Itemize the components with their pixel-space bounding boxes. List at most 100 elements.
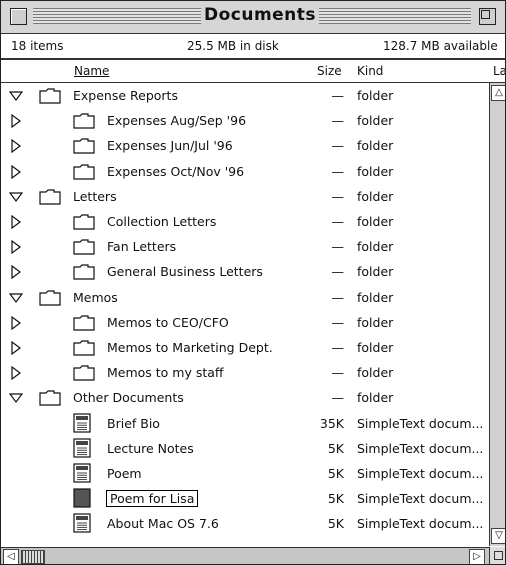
column-name-header[interactable]: Name [74, 64, 109, 78]
item-name[interactable]: Expenses Oct/Nov '96 [107, 164, 244, 179]
disclosure-triangle-expanded-icon[interactable] [8, 391, 24, 405]
folder-row[interactable]: Letters — folder [1, 184, 489, 209]
item-name[interactable]: Brief Bio [107, 416, 160, 431]
folder-icon[interactable] [39, 289, 61, 309]
item-name[interactable]: Expense Reports [73, 88, 178, 103]
item-name[interactable]: Memos to my staff [107, 365, 224, 380]
scroll-thumb[interactable] [21, 550, 45, 564]
column-label-header[interactable]: La [493, 64, 505, 78]
folder-row[interactable]: Collection Letters — folder [1, 209, 489, 234]
item-kind: folder [357, 88, 394, 103]
folder-row[interactable]: Memos to Marketing Dept. — folder [1, 335, 489, 360]
horizontal-scrollbar[interactable]: ◁ ▷ [1, 547, 505, 564]
folder-icon[interactable] [73, 239, 95, 258]
info-bar: 18 items 25.5 MB in disk 128.7 MB availa… [1, 34, 505, 60]
item-name[interactable]: Poem for Lisa [105, 490, 199, 508]
folder-icon[interactable] [39, 88, 61, 107]
file-row[interactable]: About Mac OS 7.6 5K SimpleText docum... [1, 511, 489, 536]
available-space: 128.7 MB available [383, 39, 498, 53]
disclosure-triangle-collapsed-icon[interactable] [9, 365, 23, 381]
disclosure-triangle-expanded-icon[interactable] [8, 291, 24, 305]
text-document-icon[interactable] [73, 412, 91, 436]
folder-icon[interactable] [73, 264, 95, 283]
file-row[interactable]: Brief Bio 35K SimpleText docum... [1, 411, 489, 436]
file-row[interactable]: Poem for Lisa 5K SimpleText docum... [1, 486, 489, 511]
item-kind: SimpleText docum... [357, 491, 484, 507]
item-name[interactable]: General Business Letters [107, 264, 263, 279]
disclosure-triangle-collapsed-icon[interactable] [9, 139, 23, 154]
item-name[interactable]: Lecture Notes [107, 441, 194, 456]
item-name[interactable]: Expenses Aug/Sep '96 [107, 113, 246, 128]
item-size: — [331, 88, 345, 103]
text-document-icon[interactable] [73, 438, 91, 461]
folder-row[interactable]: Expenses Jun/Jul '96 — folder [1, 133, 489, 158]
item-name[interactable]: Letters [73, 189, 117, 204]
folder-row[interactable]: General Business Letters — folder [1, 259, 489, 284]
folder-row[interactable]: Memos to CEO/CFO — folder [1, 310, 489, 335]
folder-row[interactable]: Memos to my staff — folder [1, 360, 489, 385]
file-row[interactable]: Lecture Notes 5K SimpleText docum... [1, 436, 489, 461]
disclosure-triangle-collapsed-icon[interactable] [9, 340, 23, 356]
item-name[interactable]: Memos to CEO/CFO [107, 315, 229, 330]
title-bar[interactable]: Documents [1, 1, 505, 34]
text-document-icon[interactable] [73, 488, 91, 511]
text-document-icon[interactable] [73, 513, 91, 536]
folder-icon[interactable] [73, 113, 95, 132]
title-stripes [319, 8, 471, 24]
item-name[interactable]: Memos to Marketing Dept. [107, 340, 273, 355]
folder-row[interactable]: Fan Letters — folder [1, 234, 489, 259]
folder-icon[interactable] [73, 365, 95, 384]
column-kind-header[interactable]: Kind [357, 64, 383, 78]
item-kind: folder [357, 214, 394, 229]
disclosure-triangle-expanded-icon[interactable] [8, 190, 24, 204]
item-name[interactable]: Memos [73, 290, 118, 305]
column-size-header[interactable]: Size [317, 64, 342, 78]
folder-row[interactable]: Expense Reports — folder [1, 83, 489, 108]
disclosure-triangle-collapsed-icon[interactable] [9, 113, 23, 129]
item-size: — [331, 289, 345, 305]
folder-icon[interactable] [73, 315, 95, 334]
disclosure-triangle-expanded-icon[interactable] [8, 89, 24, 103]
item-kind: SimpleText docum... [357, 466, 484, 481]
text-document-icon[interactable] [73, 463, 91, 486]
item-name[interactable]: Other Documents [73, 390, 184, 405]
item-name[interactable]: Poem [107, 466, 142, 481]
disclosure-triangle-collapsed-icon[interactable] [9, 315, 23, 330]
scroll-up-arrow-icon[interactable]: △ [491, 85, 505, 101]
disclosure-triangle-collapsed-icon[interactable] [9, 214, 23, 230]
folder-icon[interactable] [73, 340, 95, 359]
folder-icon[interactable] [73, 163, 95, 183]
item-kind: SimpleText docum... [357, 440, 484, 456]
grow-box-icon[interactable] [489, 547, 505, 564]
item-size: — [331, 264, 345, 280]
zoom-box-icon[interactable] [479, 8, 496, 25]
disclosure-triangle-collapsed-icon[interactable] [9, 164, 23, 179]
item-name[interactable]: Collection Letters [107, 214, 216, 229]
folder-row[interactable]: Expenses Aug/Sep '96 — folder [1, 108, 489, 133]
disclosure-triangle-collapsed-icon[interactable] [9, 265, 23, 280]
folder-icon[interactable] [39, 189, 61, 208]
item-kind: folder [357, 390, 394, 406]
folder-row[interactable]: Other Documents — folder [1, 385, 489, 410]
item-size: 5K [327, 466, 344, 481]
disclosure-triangle-collapsed-icon[interactable] [9, 239, 23, 255]
folder-row[interactable]: Expenses Oct/Nov '96 — folder [1, 159, 489, 184]
item-size: — [331, 214, 345, 229]
item-size: — [331, 390, 345, 406]
item-name[interactable]: Expenses Jun/Jul '96 [107, 138, 233, 153]
folder-icon[interactable] [39, 390, 61, 409]
folder-icon[interactable] [73, 138, 95, 157]
folder-row[interactable]: Memos — folder [1, 285, 489, 310]
vertical-scrollbar[interactable]: △ ▽ [489, 83, 505, 546]
scroll-left-arrow-icon[interactable]: ◁ [3, 549, 19, 564]
item-size: 35K [319, 415, 344, 431]
file-row[interactable]: Poem 5K SimpleText docum... [1, 461, 489, 486]
folder-icon[interactable] [73, 214, 95, 233]
scroll-down-arrow-icon[interactable]: ▽ [491, 528, 505, 544]
scroll-right-arrow-icon[interactable]: ▷ [469, 549, 485, 564]
item-name[interactable]: About Mac OS 7.6 [107, 516, 219, 531]
item-kind: folder [357, 188, 394, 204]
item-name[interactable]: Fan Letters [107, 239, 176, 254]
window-title: Documents [203, 5, 317, 25]
close-box-icon[interactable] [10, 8, 27, 25]
